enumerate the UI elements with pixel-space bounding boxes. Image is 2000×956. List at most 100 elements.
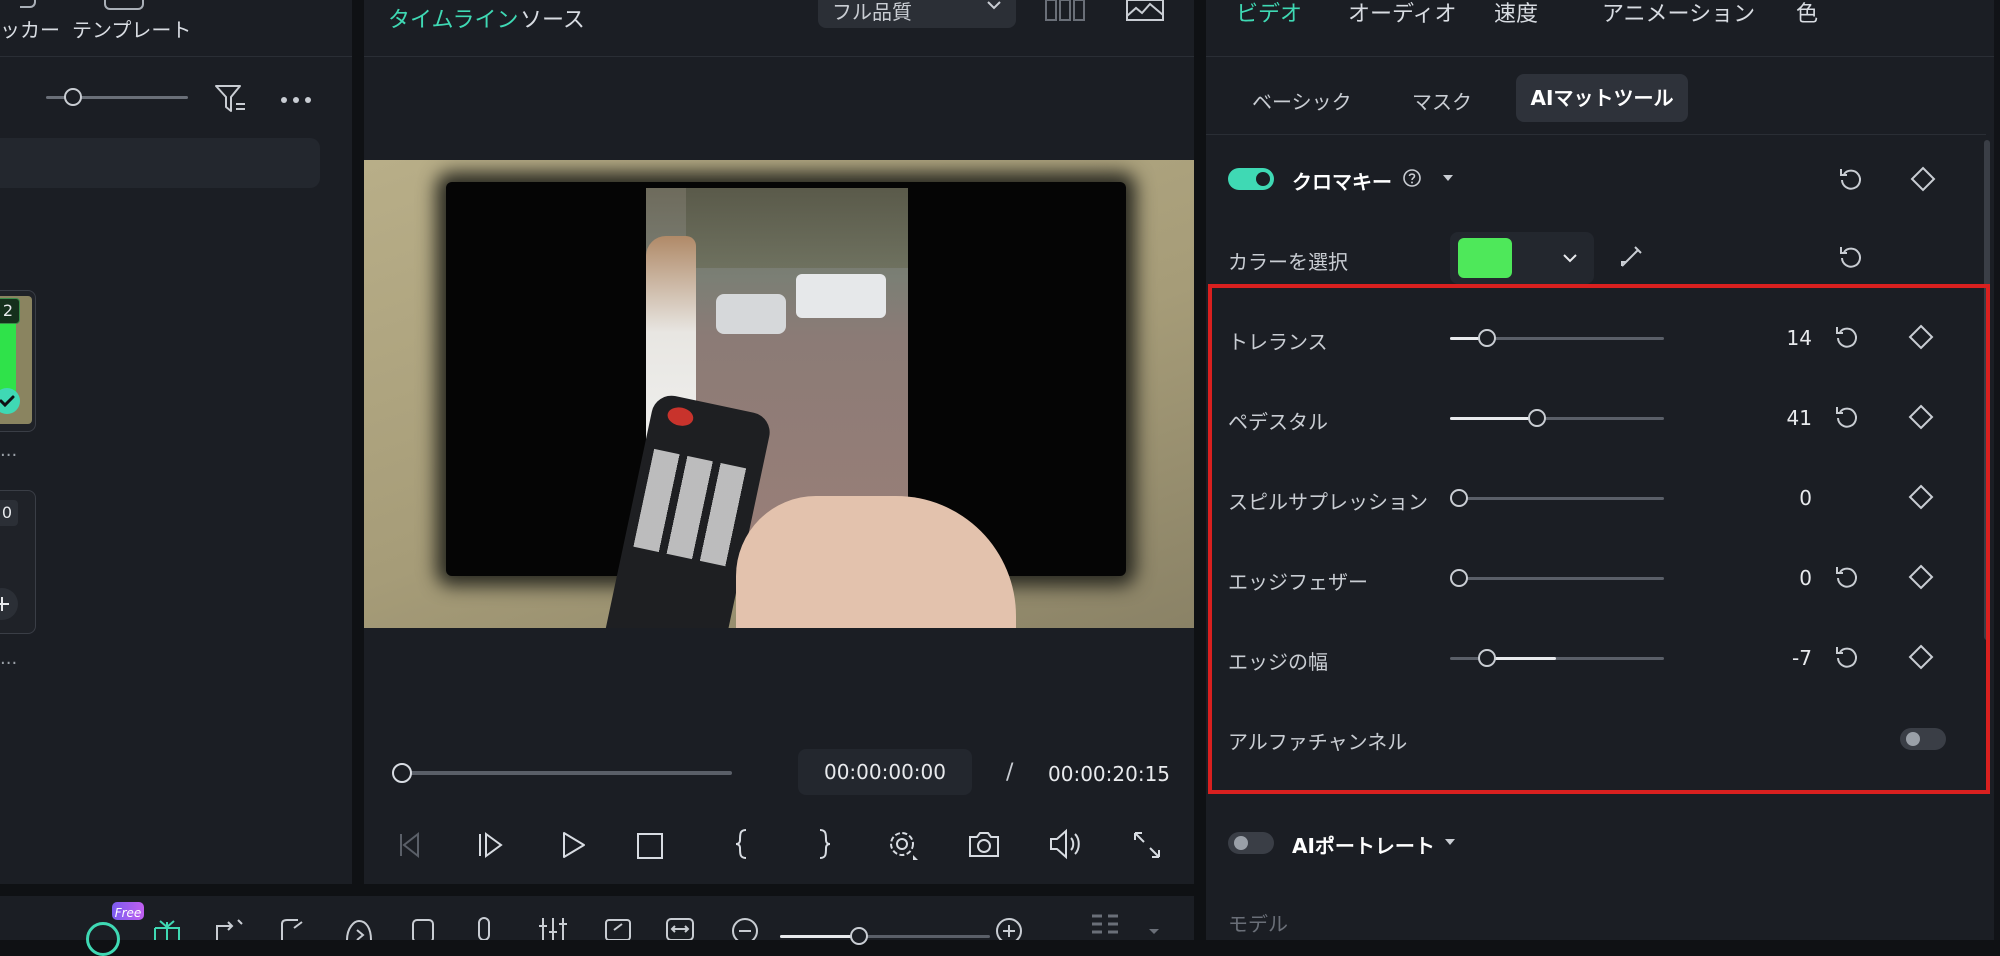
mark-in-icon[interactable] [734,828,750,860]
tolerance-reset-icon[interactable] [1834,324,1860,350]
tab-timeline[interactable]: タイムライン [388,2,518,34]
timeline-zoom-fill [780,935,860,938]
volume-icon[interactable] [1048,828,1084,860]
highlighted-parameter-group [1208,284,1990,794]
player-panel: タイムライン ソース フル品質 00:00:00:00 / 00:00:20:1… [364,0,1194,884]
edge-width-label: エッジの幅 [1228,650,1328,674]
fullscreen-icon[interactable] [1132,830,1162,860]
mark-out-icon[interactable] [816,828,832,860]
chroma-key-toggle[interactable] [1228,168,1274,190]
chevron-down-icon [987,1,1001,10]
current-time: 00:00:00:00 [823,760,946,784]
gift-icon[interactable] [152,918,182,940]
search-bar[interactable] [0,138,320,188]
stop-icon[interactable] [636,832,664,860]
edge-feather-keyframe-icon[interactable] [1908,564,1934,590]
tolerance-value[interactable]: 14 [1766,326,1812,350]
next-frame-icon[interactable] [476,830,506,860]
more-options-icon[interactable] [280,96,312,104]
video-preview[interactable] [364,160,1194,628]
ai-portrait-toggle[interactable] [1228,832,1274,854]
remote-number-keys [633,448,752,568]
remote-power-button [665,405,696,429]
add-icon[interactable] [0,588,18,620]
chroma-keyframe-icon[interactable] [1910,166,1936,192]
model-label: モデル [1228,912,1288,936]
tab-audio[interactable]: オーディオ [1348,0,1456,28]
spill-suppression-keyframe-icon[interactable] [1908,484,1934,510]
pedestal-knob[interactable] [1528,409,1546,427]
tab-speed[interactable]: 速度 [1494,0,1538,28]
track-layout-icon[interactable] [1090,912,1120,940]
tab-source[interactable]: ソース [520,2,585,34]
tolerance-knob[interactable] [1478,329,1496,347]
grid-view-icon[interactable] [1044,0,1088,22]
tab-sticker[interactable]: ッカー [0,14,60,43]
zoom-in-icon[interactable] [994,916,1024,940]
selected-color-swatch [1458,238,1512,278]
color-select-label: カラーを選択 [1228,250,1348,274]
spill-suppression-value[interactable]: 0 [1766,486,1812,510]
chroma-expand-chevron-icon[interactable] [1442,174,1454,182]
spill-suppression-slider[interactable] [1450,497,1664,500]
pedestal-reset-icon[interactable] [1834,404,1860,430]
zoom-out-icon[interactable] [730,916,760,940]
timeline-zoom-knob[interactable] [850,927,868,945]
thumbnail-size-knob[interactable] [64,88,82,106]
ai-copilot-button[interactable] [86,922,120,956]
speed-icon[interactable] [344,918,374,940]
fit-timeline-icon[interactable] [664,916,696,940]
top-tabs-divider [1206,56,2000,57]
pedestal-keyframe-icon[interactable] [1908,404,1934,430]
building-silhouette [686,188,908,268]
tab-video[interactable]: ビデオ [1236,0,1302,28]
current-time-box[interactable]: 00:00:00:00 [798,749,972,795]
tab-color[interactable]: 色 [1796,0,1818,28]
waveform-icon[interactable] [1126,0,1164,22]
spill-suppression-knob[interactable] [1450,489,1468,507]
previous-frame-icon[interactable] [396,830,426,860]
edge-feather-slider[interactable] [1450,577,1664,580]
help-icon[interactable] [1402,168,1422,188]
microphone-icon[interactable] [472,916,496,940]
quality-dropdown[interactable]: フル品質 [818,0,1016,28]
subtab-ai-matte[interactable]: AIマットツール [1516,74,1688,122]
split-icon[interactable] [214,918,244,940]
play-icon[interactable] [558,830,588,860]
ai-portrait-toggle-dot [1234,836,1248,850]
audio-mixer-icon[interactable] [538,916,568,940]
subtab-ai-matte-label: AIマットツール [1530,86,1674,110]
subtab-basic[interactable]: ベーシック [1252,86,1352,115]
alpha-channel-toggle[interactable] [1900,728,1946,750]
track-layout-chevron-icon[interactable] [1148,928,1160,936]
marker-icon[interactable] [410,918,436,940]
color-select-dropdown[interactable] [1450,232,1594,284]
edge-width-knob[interactable] [1478,649,1496,667]
playback-progress-knob[interactable] [392,763,412,783]
snapshot-icon[interactable] [968,830,1000,858]
edge-width-reset-icon[interactable] [1834,644,1860,670]
template-icon-partial [104,0,144,10]
tab-animation[interactable]: アニメーション [1602,0,1755,28]
color-reset-icon[interactable] [1838,244,1864,270]
filter-icon[interactable] [214,84,248,114]
playback-progress-bar[interactable] [402,771,732,775]
settings-icon[interactable] [886,828,920,862]
subtab-mask[interactable]: マスク [1412,86,1472,115]
edge-width-keyframe-icon[interactable] [1908,644,1934,670]
tab-template[interactable]: テンプレート [72,14,191,43]
spill-suppression-label: スピルサプレッション [1228,490,1428,514]
edge-width-value[interactable]: -7 [1766,646,1812,670]
edge-feather-reset-icon[interactable] [1834,564,1860,590]
property-panel: ビデオ オーディオ 速度 アニメーション 色 ベーシック マスク AIマットツー… [1206,0,2000,940]
pedestal-value[interactable]: 41 [1766,406,1812,430]
edge-feather-knob[interactable] [1450,569,1468,587]
auto-reframe-icon[interactable] [602,916,634,940]
crop-icon[interactable] [278,918,308,940]
edge-feather-value[interactable]: 0 [1766,566,1812,590]
alpha-channel-label: アルファチャンネル [1228,730,1408,754]
ai-portrait-chevron-icon[interactable] [1444,838,1456,846]
eyedropper-icon[interactable] [1618,244,1644,270]
tolerance-keyframe-icon[interactable] [1908,324,1934,350]
chroma-reset-icon[interactable] [1838,166,1864,192]
